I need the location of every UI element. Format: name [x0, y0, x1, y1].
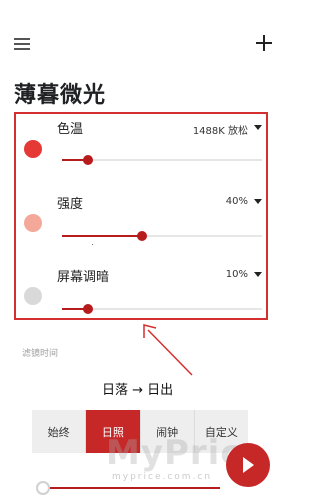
hamburger-menu-icon[interactable]	[14, 38, 30, 50]
intensity-dot	[24, 214, 42, 232]
color-temperature-label: 色温	[57, 122, 84, 137]
screen-dim-value[interactable]: 10%	[226, 269, 248, 280]
screen-dim-label: 屏幕调暗	[57, 270, 110, 285]
play-icon	[243, 457, 254, 473]
chevron-down-icon[interactable]	[254, 272, 262, 277]
screen-dim-dot	[24, 287, 42, 305]
top-app-bar	[0, 0, 282, 84]
annotation-caption: 日落 → 日出	[102, 383, 174, 398]
app-title: 薄暮微光	[14, 83, 107, 108]
play-button[interactable]	[226, 443, 270, 487]
intensity-slider[interactable]	[62, 231, 262, 241]
filter-time-label: 滤镜时间	[22, 349, 59, 359]
intensity-value[interactable]: 40%	[226, 196, 248, 207]
watermark-sub: myprice.com.cn	[112, 472, 213, 482]
screen-dim-slider-thumb[interactable]	[83, 304, 93, 314]
annotation-highlight-box	[14, 112, 268, 320]
color-temperature-slider[interactable]	[62, 155, 262, 165]
color-temperature-slider-thumb[interactable]	[83, 155, 93, 165]
color-temperature-value[interactable]: 1488K 放松	[193, 122, 248, 137]
screen-dim-slider[interactable]	[62, 304, 262, 314]
plus-icon[interactable]	[256, 35, 272, 51]
bottom-slider-thumb[interactable]	[36, 481, 50, 495]
chevron-down-icon[interactable]	[254, 125, 262, 130]
chevron-down-icon[interactable]	[254, 199, 262, 204]
intensity-slider-fill	[62, 235, 142, 237]
tab-always[interactable]: 始终	[32, 410, 87, 453]
intensity-label: 强度	[57, 197, 84, 212]
bottom-progress-track	[42, 487, 220, 489]
intensity-slider-thumb[interactable]	[137, 231, 147, 241]
color-temperature-dot	[24, 140, 42, 158]
speck	[92, 244, 93, 245]
